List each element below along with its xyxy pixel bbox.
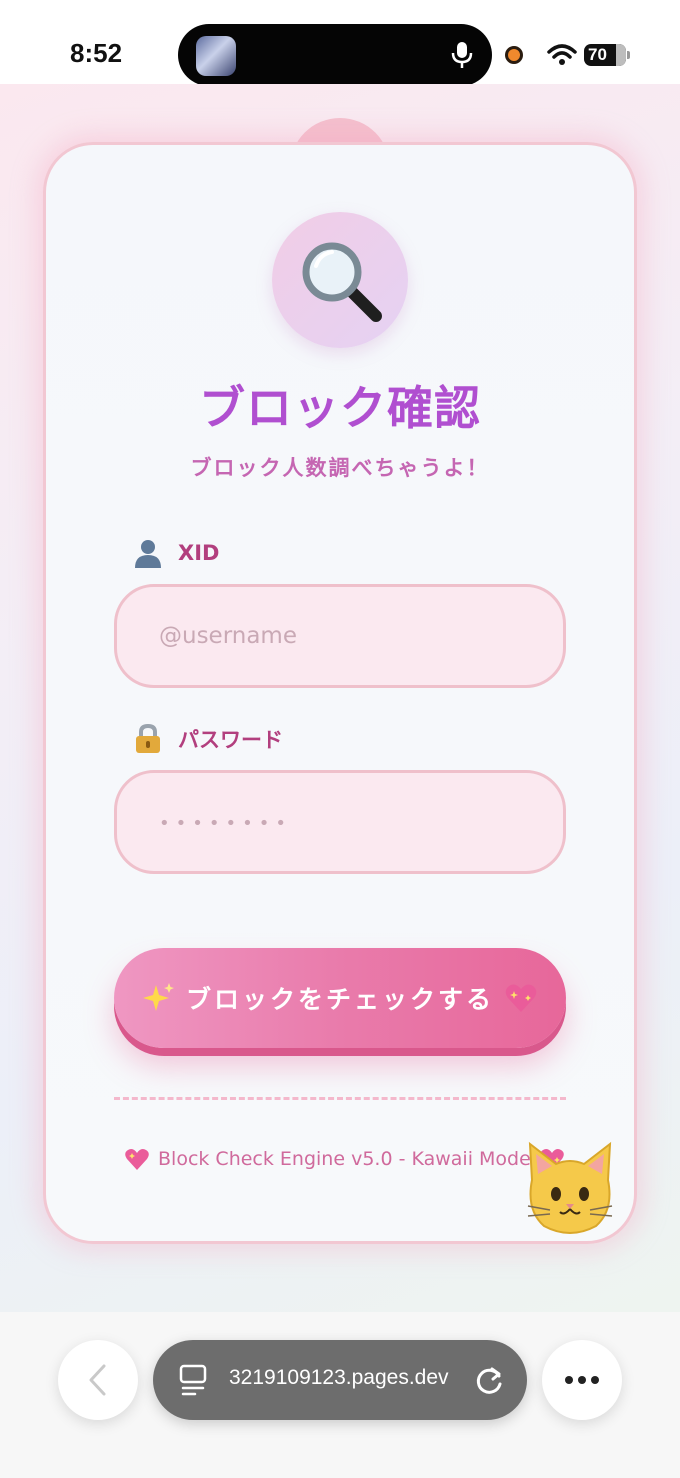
ellipsis-icon <box>565 1376 599 1384</box>
password-label: パスワード <box>132 722 283 756</box>
footer-text: Block Check Engine v5.0 - Kawaii Mode <box>158 1148 531 1170</box>
check-block-button-label: ブロックをチェックする <box>185 985 494 1014</box>
xid-label: XID <box>132 536 219 570</box>
cat-face-icon[interactable] <box>524 1140 616 1240</box>
recording-indicator <box>505 46 523 64</box>
wifi-icon <box>547 44 577 65</box>
battery-indicator: 70 <box>584 44 630 66</box>
status-time: 8:52 <box>70 38 123 68</box>
xid-field-box <box>114 584 566 688</box>
search-badge <box>272 212 408 348</box>
microphone-icon <box>451 42 473 68</box>
island-app-thumbnail[interactable] <box>196 36 236 76</box>
dynamic-island[interactable] <box>178 24 492 86</box>
xid-input[interactable] <box>117 587 563 685</box>
reload-icon[interactable] <box>475 1364 505 1396</box>
magnifier-icon <box>302 242 382 322</box>
password-field-box <box>114 770 566 874</box>
dashed-divider <box>114 1097 566 1100</box>
check-block-button[interactable]: ブロックをチェックする <box>114 948 566 1048</box>
back-button[interactable] <box>58 1340 138 1420</box>
page-subtitle: ブロック人数調べちゃうよ！ <box>190 456 490 480</box>
sparkles-icon <box>142 983 174 1011</box>
footer: Block Check Engine v5.0 - Kawaii Mode <box>124 1144 565 1174</box>
page-tabs-icon[interactable] <box>179 1364 207 1396</box>
status-bar: 8:52 70 <box>0 0 680 86</box>
xid-label-text: XID <box>178 541 220 565</box>
user-silhouette-icon <box>135 540 161 568</box>
sparkling-heart-icon <box>125 1149 149 1170</box>
address-bar[interactable]: 3219109123.pages.dev <box>153 1340 527 1420</box>
password-label-text: パスワード <box>178 728 283 752</box>
page-title: ブロック確認 <box>199 381 481 435</box>
lock-icon <box>136 723 160 753</box>
chevron-left-icon <box>89 1364 106 1396</box>
battery-level: 70 <box>588 45 607 64</box>
sparkling-heart-icon <box>505 984 537 1012</box>
url-text[interactable]: 3219109123.pages.dev <box>229 1366 459 1396</box>
more-options-button[interactable] <box>542 1340 622 1420</box>
password-input[interactable] <box>117 773 563 871</box>
